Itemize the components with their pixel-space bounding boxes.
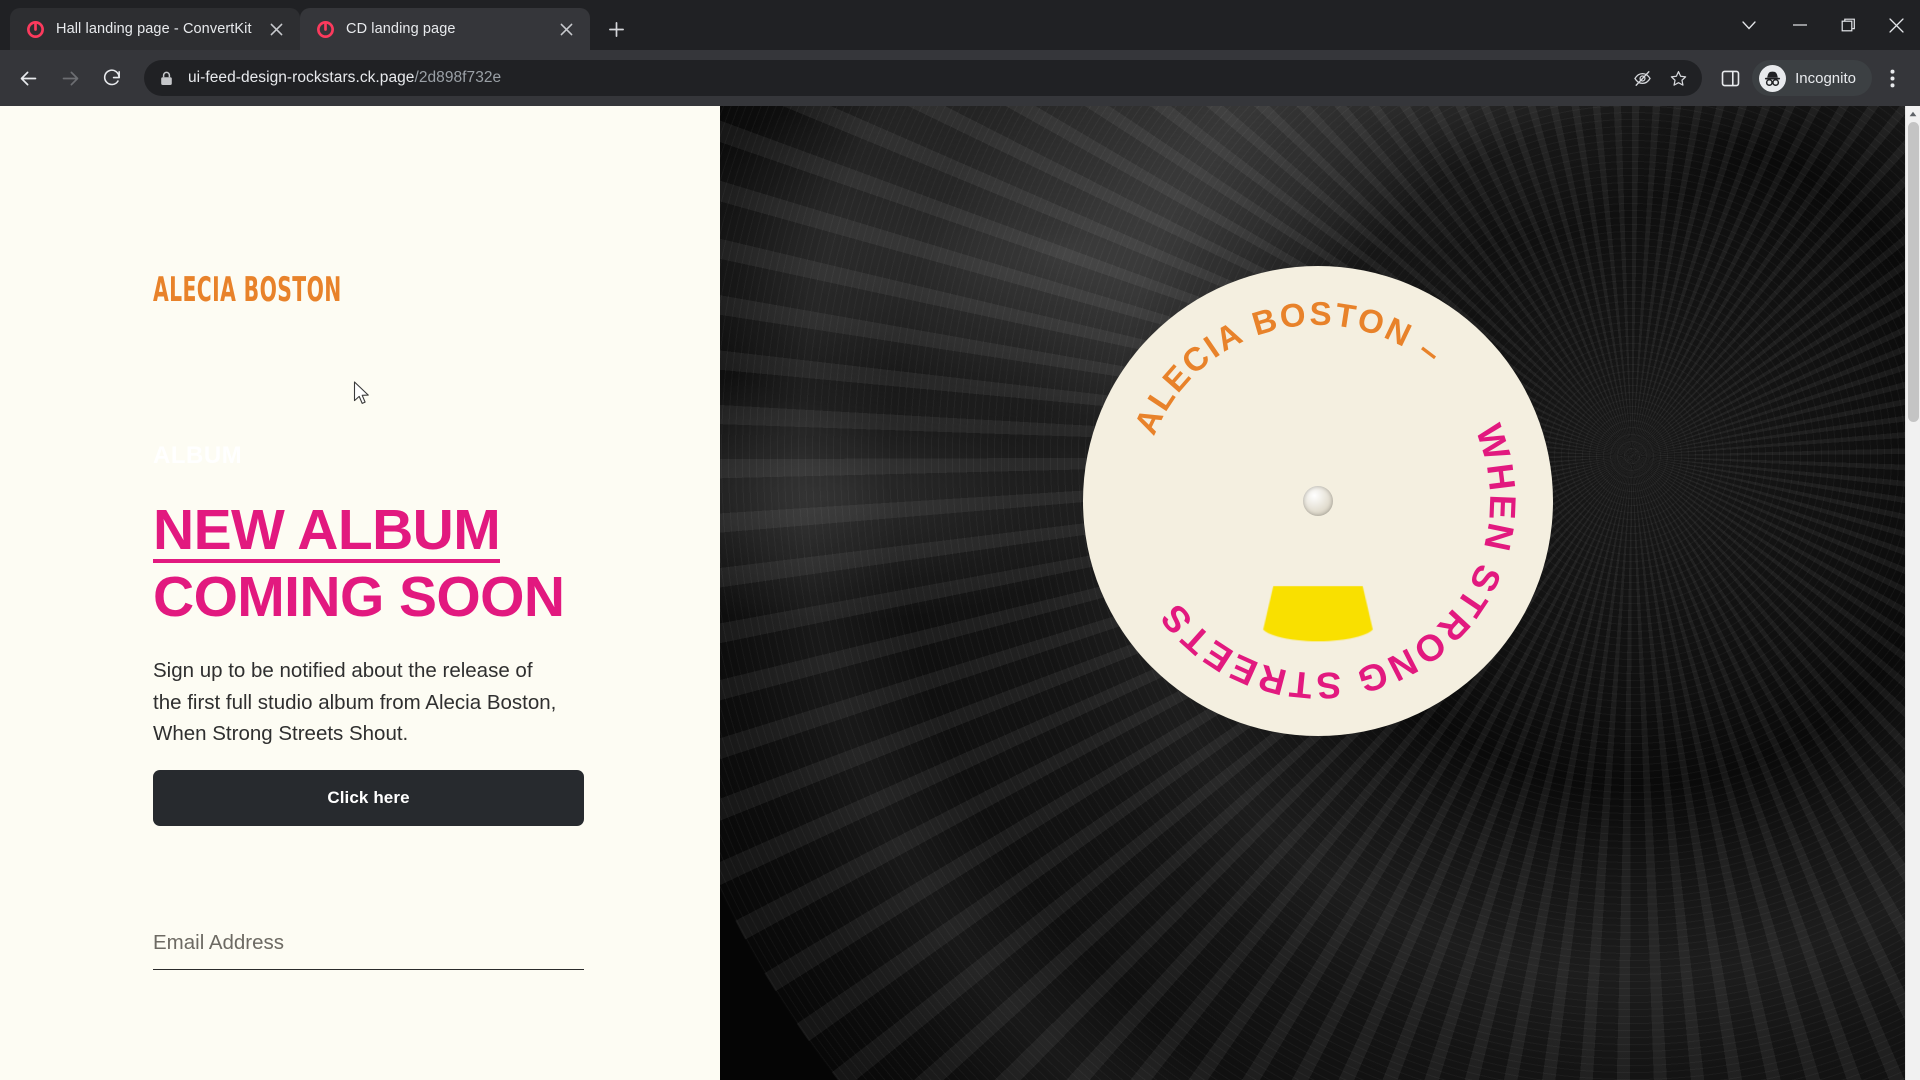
record-label: WHEN STRONG STREETS SHOUT – ALECIA BOSTO…	[1083, 266, 1553, 736]
convertkit-logo-icon	[26, 20, 45, 39]
maximize-restore-button[interactable]	[1824, 2, 1872, 48]
close-icon[interactable]	[554, 17, 578, 41]
landing-page-left-column: ALECIA BOSTON ALBUM NEW ALBUM COMING SOO…	[0, 106, 720, 1080]
hidden-eye-icon[interactable]	[1626, 62, 1658, 94]
tab-search-chevron-icon[interactable]	[1722, 2, 1776, 48]
omnibox-actions	[1626, 62, 1694, 94]
incognito-profile-chip[interactable]: Incognito	[1752, 60, 1872, 96]
close-icon[interactable]	[264, 17, 288, 41]
toolbar-right-actions: Incognito	[1710, 58, 1910, 98]
url-text: ui-feed-design-rockstars.ck.page/2d898f7…	[188, 69, 1614, 87]
forward-arrow-icon[interactable]	[50, 58, 90, 98]
reload-arrow-icon[interactable]	[92, 58, 132, 98]
landing-page-artwork-column: WHEN STRONG STREETS SHOUT – ALECIA BOSTO…	[720, 106, 1905, 1080]
tab-hall-landing-page[interactable]: Hall landing page - ConvertKit	[10, 8, 300, 50]
side-panel-icon[interactable]	[1710, 58, 1750, 98]
tab-cd-landing-page[interactable]: CD landing page	[300, 8, 590, 50]
page-headline: NEW ALBUM COMING SOON	[153, 498, 683, 630]
click-here-button[interactable]: Click here	[153, 770, 584, 826]
address-bar[interactable]: ui-feed-design-rockstars.ck.page/2d898f7…	[144, 60, 1703, 96]
tab-title: Hall landing page - ConvertKit	[56, 21, 252, 37]
site-logo[interactable]: ALECIA BOSTON	[153, 269, 342, 309]
headline-line-2: COMING SOON	[153, 565, 565, 630]
body-copy: Sign up to be notified about the release…	[153, 659, 557, 745]
scrollbar-thumb[interactable]	[1908, 122, 1919, 422]
bookmark-star-icon[interactable]	[1662, 62, 1694, 94]
browser-window: Hall landing page - ConvertKit CD landin…	[0, 0, 1920, 1080]
scroll-up-arrow-icon[interactable]	[1906, 106, 1920, 122]
eyebrow-text: ALBUM	[153, 442, 243, 469]
url-host: ui-feed-design-rockstars.ck.page	[188, 69, 415, 86]
record-artist-text: ALECIA BOSTON –	[1127, 295, 1451, 440]
tab-title: CD landing page	[346, 21, 456, 37]
email-field-wrapper	[153, 924, 584, 970]
back-arrow-icon[interactable]	[8, 58, 48, 98]
convertkit-logo-icon	[316, 20, 335, 39]
vinyl-record-image: WHEN STRONG STREETS SHOUT – ALECIA BOSTO…	[720, 106, 1905, 1080]
new-tab-button[interactable]	[600, 13, 632, 45]
browser-toolbar: ui-feed-design-rockstars.ck.page/2d898f7…	[0, 50, 1920, 106]
headline-line-1: NEW ALBUM	[153, 498, 501, 564]
incognito-hat-glasses-icon	[1759, 64, 1787, 92]
three-dot-menu-icon[interactable]	[1874, 58, 1910, 98]
tab-strip: Hall landing page - ConvertKit CD landin…	[0, 0, 1920, 50]
lock-icon	[160, 71, 176, 86]
record-label-yellow-shape	[1260, 586, 1375, 641]
record-center-hole	[1303, 486, 1333, 516]
window-controls	[1722, 0, 1920, 50]
url-path: /2d898f732e	[414, 69, 502, 86]
minimize-button[interactable]	[1776, 2, 1824, 48]
page-viewport: ALECIA BOSTON ALBUM NEW ALBUM COMING SOO…	[0, 106, 1920, 1080]
mouse-cursor	[353, 381, 369, 404]
close-window-button[interactable]	[1872, 2, 1920, 48]
email-input[interactable]	[153, 924, 584, 970]
landing-page: ALECIA BOSTON ALBUM NEW ALBUM COMING SOO…	[0, 106, 1905, 1080]
page-scrollbar[interactable]	[1905, 106, 1920, 1080]
incognito-label: Incognito	[1795, 69, 1856, 87]
